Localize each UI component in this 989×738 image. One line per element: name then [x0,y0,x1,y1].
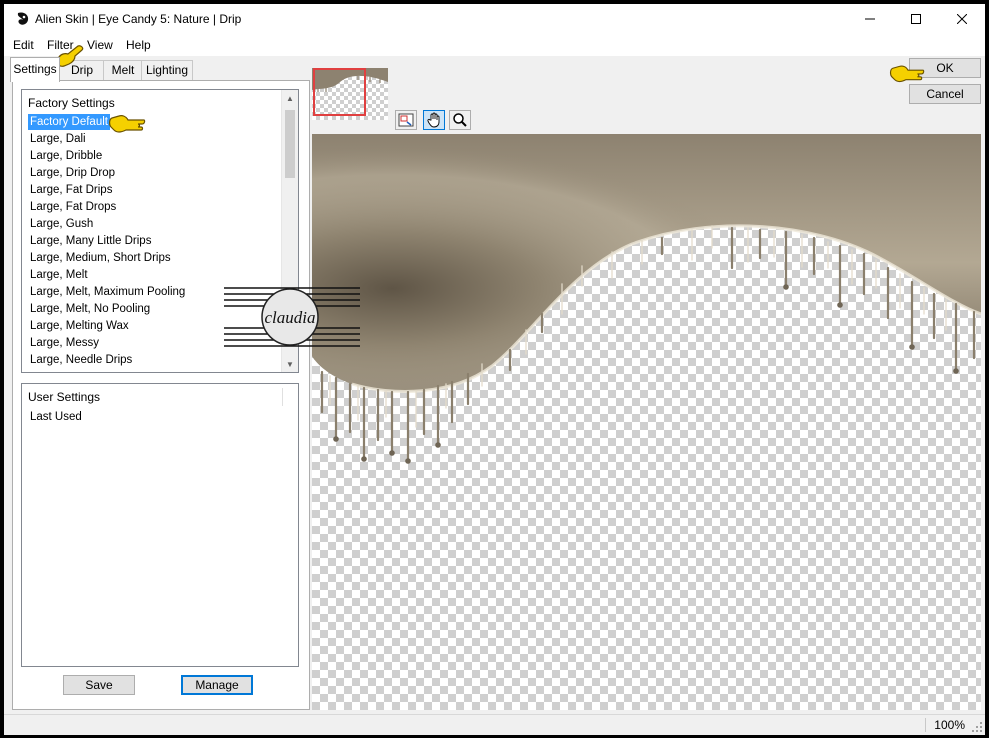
drip-effect-preview [312,134,981,464]
list-item[interactable]: Large, Dribble [28,148,104,164]
resize-grip-icon[interactable] [971,721,983,733]
menu-view[interactable]: View [87,38,113,52]
close-button[interactable] [939,4,985,34]
list-item[interactable]: Large, Messy [28,335,101,351]
zoom-level: 100% [925,718,965,732]
zoom-tool-button[interactable] [449,110,471,130]
minimize-icon [865,18,875,20]
list-item[interactable]: Factory Default [28,114,110,130]
list-item[interactable]: Large, Melt, Maximum Pooling [28,284,187,300]
column-divider [282,388,283,406]
close-icon [957,14,967,24]
hand-tool-icon [427,112,440,128]
list-item[interactable]: Large, Melt, No Pooling [28,301,152,317]
zoom-tool-icon [453,113,467,127]
navigator-icon [398,113,414,127]
minimize-button[interactable] [847,4,893,34]
list-item[interactable]: Large, Fat Drops [28,199,118,215]
list-item[interactable]: Large, Fat Drips [28,182,114,198]
scroll-up-icon[interactable]: ▲ [282,90,298,106]
scroll-thumb[interactable] [285,110,295,178]
list-item[interactable]: Last Used [28,409,84,425]
thumbnail-viewport-frame[interactable] [313,68,366,116]
list-item[interactable]: Large, Needle Drips [28,352,134,368]
hand-tool-button[interactable] [423,110,445,130]
title-bar: Alien Skin | Eye Candy 5: Nature | Drip [4,4,985,34]
cancel-button[interactable]: Cancel [909,84,981,104]
list-item[interactable]: Large, Many Little Drips [28,233,153,249]
app-icon [17,12,29,25]
list-item[interactable]: Large, Dali [28,131,88,147]
tab-lighting[interactable]: Lighting [141,60,193,81]
list-item[interactable]: Large, Drip Drop [28,165,117,181]
maximize-icon [911,14,921,24]
preview-canvas[interactable] [312,134,981,710]
menu-help[interactable]: Help [126,38,151,52]
status-bar: 100% [4,714,985,735]
list-item[interactable]: Large, Gush [28,216,95,232]
navigator-button[interactable] [395,110,417,130]
settings-panel: Factory Settings Factory Default Large, … [12,80,310,710]
watermark-text: claudia [265,308,316,327]
eye-candy-window: Alien Skin | Eye Candy 5: Nature | Drip … [4,4,985,735]
window-title: Alien Skin | Eye Candy 5: Nature | Drip [35,12,242,26]
menu-bar: Edit Filter View Help [4,34,985,56]
list-item[interactable]: Large, Medium, Short Drips [28,250,173,266]
menu-edit[interactable]: Edit [13,38,34,52]
pointing-hand-icon [889,65,925,82]
tab-settings[interactable]: Settings [10,57,60,82]
list-item[interactable]: Large, Melt [28,267,90,283]
maximize-button[interactable] [893,4,939,34]
watermark-logo: claudia [224,287,360,347]
list-item[interactable]: Large, Melting Wax [28,318,131,334]
scroll-down-icon[interactable]: ▼ [282,356,298,372]
factory-settings-header: Factory Settings [28,96,115,110]
pointing-hand-icon [109,115,146,133]
tab-melt[interactable]: Melt [103,60,143,81]
save-button[interactable]: Save [63,675,135,695]
user-settings-header: User Settings [28,390,101,404]
manage-button[interactable]: Manage [181,675,253,695]
user-settings-list[interactable]: User Settings Last Used [21,383,299,667]
